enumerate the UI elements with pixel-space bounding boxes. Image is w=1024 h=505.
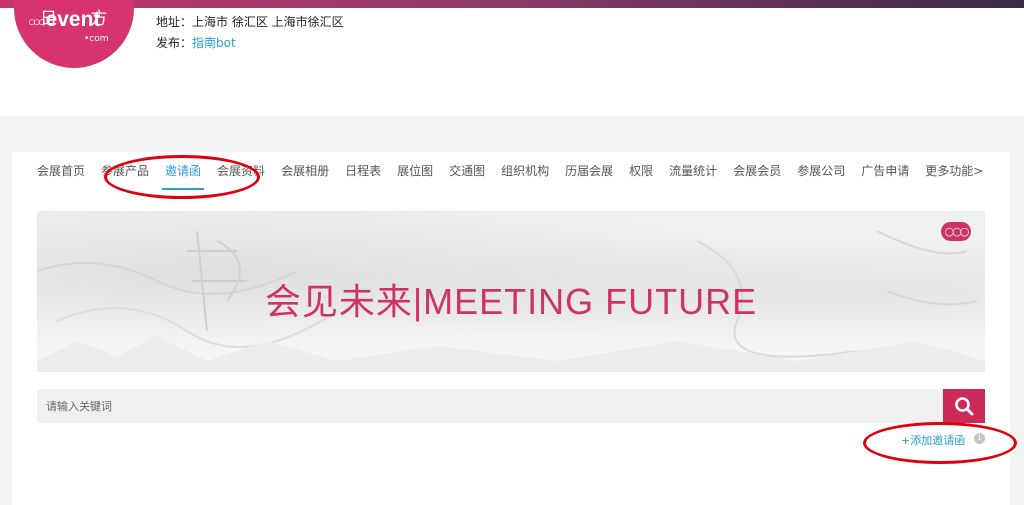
top-color-band bbox=[0, 0, 1024, 8]
logo-text: event bbox=[45, 8, 101, 31]
search-icon bbox=[955, 397, 974, 416]
nav-item-traffic-stats[interactable]: 流量统计 bbox=[669, 162, 717, 184]
logo-wordmark: ○○○ event bbox=[28, 8, 100, 32]
highlight-ellipse-nav bbox=[104, 155, 260, 199]
publisher-label: 发布： bbox=[156, 36, 193, 50]
search-input[interactable] bbox=[37, 389, 942, 423]
publisher-link[interactable]: 指南bot bbox=[192, 36, 236, 50]
nav-item-traffic-map[interactable]: 交通图 bbox=[449, 162, 485, 184]
logo-subtext: •com bbox=[84, 34, 109, 44]
search-button[interactable] bbox=[943, 389, 985, 423]
search-bar bbox=[37, 389, 985, 423]
banner-logo-icon: ○○○ bbox=[941, 222, 971, 241]
logo-dots-icon: ○○○ bbox=[28, 14, 45, 29]
address-value: 上海市 徐汇区 上海市徐汇区 bbox=[192, 15, 344, 29]
address-line: 地址：上海市 徐汇区 上海市徐汇区 bbox=[156, 13, 344, 30]
nav-item-schedule[interactable]: 日程表 bbox=[345, 162, 381, 184]
nav-item-ad-request[interactable]: 广告申请 bbox=[861, 162, 909, 184]
nav-item-floor-plan[interactable]: 展位图 bbox=[397, 162, 433, 184]
event-banner: 会见未来|MEETING FUTURE ○○○ bbox=[37, 211, 985, 372]
highlight-ellipse-add bbox=[863, 422, 1017, 464]
nav-item-organization[interactable]: 组织机构 bbox=[501, 162, 549, 184]
nav-item-home[interactable]: 会展首页 bbox=[37, 162, 85, 184]
nav-item-exhibitors[interactable]: 参展公司 bbox=[797, 162, 845, 184]
banner-slogan: 会见未来|MEETING FUTURE bbox=[264, 281, 758, 322]
nav-item-album[interactable]: 会展相册 bbox=[281, 162, 329, 184]
nav-item-more[interactable]: 更多功能> bbox=[925, 162, 983, 184]
nav-item-members[interactable]: 会展会员 bbox=[733, 162, 781, 184]
address-label: 地址： bbox=[156, 15, 193, 29]
nav-item-permissions[interactable]: 权限 bbox=[629, 162, 653, 184]
site-logo[interactable]: 日 方 ○○○ event •com bbox=[14, 0, 134, 68]
publisher-line: 发布：指南bot bbox=[156, 34, 236, 51]
nav-item-past-events[interactable]: 历届会展 bbox=[565, 162, 613, 184]
